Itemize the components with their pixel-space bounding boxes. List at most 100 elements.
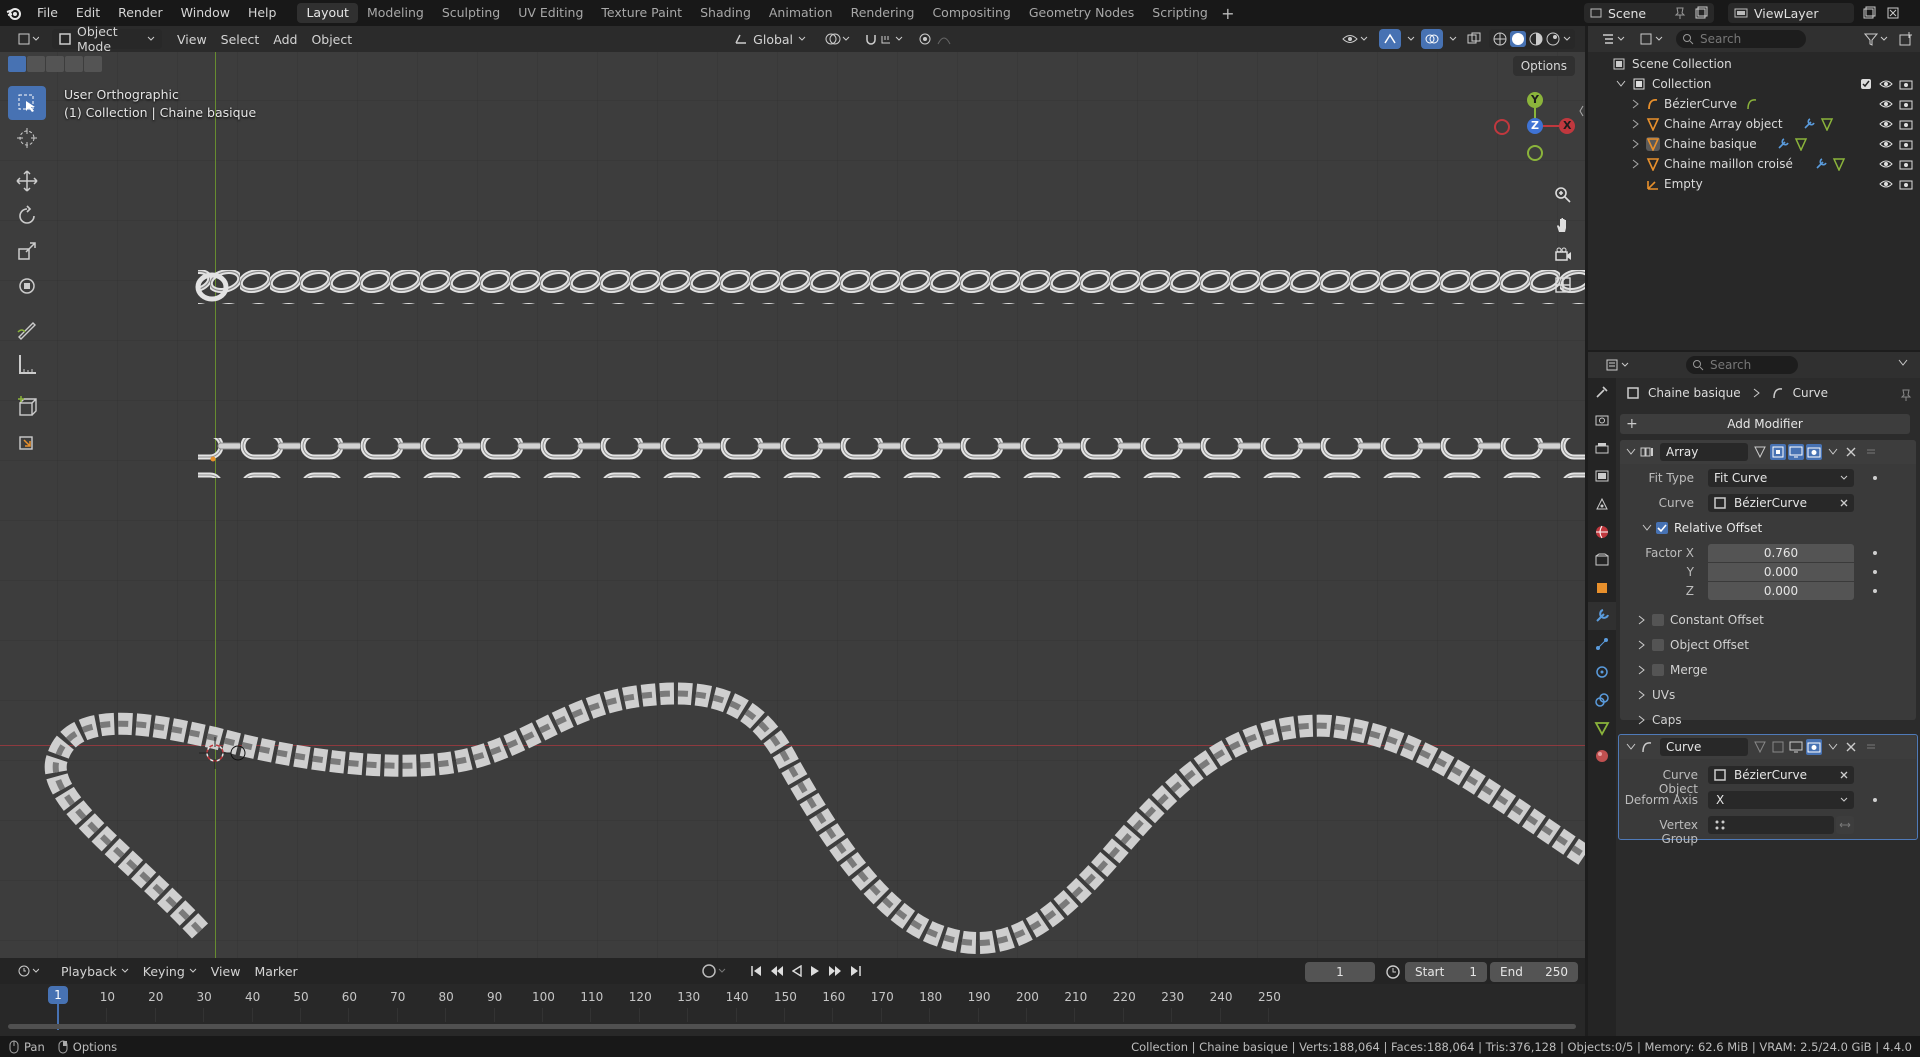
merge-checkbox[interactable]: [1652, 664, 1664, 676]
play-reverse-icon[interactable]: [788, 961, 806, 981]
auto-keying-icon[interactable]: [700, 962, 728, 980]
camera-icon[interactable]: [1899, 117, 1913, 131]
chevron-down-icon[interactable]: [1828, 448, 1838, 456]
copy-viewlayer-icon[interactable]: [1862, 6, 1876, 20]
tab-modeling[interactable]: Modeling: [358, 3, 433, 23]
render-tab-icon[interactable]: [1588, 406, 1616, 434]
editor-type-outliner-icon[interactable]: [1594, 29, 1632, 49]
keyframe-dot-icon[interactable]: [1873, 551, 1877, 555]
perspective-toggle-icon[interactable]: [1550, 272, 1576, 298]
chevron-down-icon[interactable]: [1626, 743, 1636, 751]
wireframe-shading-icon[interactable]: [1493, 32, 1507, 46]
clear-icon[interactable]: [1840, 499, 1848, 507]
on-cage-icon[interactable]: [1752, 739, 1768, 755]
constant-offset-subpanel[interactable]: Constant Offset: [1620, 610, 1916, 630]
editor-type-3d-icon[interactable]: [10, 29, 46, 49]
pin-icon[interactable]: [1674, 6, 1686, 20]
outliner-item-empty[interactable]: Empty: [1588, 174, 1920, 194]
outliner-collection[interactable]: Collection: [1588, 74, 1920, 94]
pivot-icon[interactable]: [817, 29, 857, 49]
camera-icon[interactable]: [1899, 157, 1913, 171]
chevron-down-icon[interactable]: [1405, 29, 1417, 49]
properties-editor[interactable]: Search Chaine basique Curve + Add Modifi…: [1588, 352, 1920, 1036]
editor-type-timeline-icon[interactable]: [10, 961, 46, 981]
annotate-tool-icon[interactable]: [8, 312, 46, 346]
curve-name-field[interactable]: Curve: [1660, 738, 1748, 756]
tab-shading[interactable]: Shading: [691, 3, 760, 23]
modifiers-tab-icon[interactable]: [1588, 602, 1616, 630]
sidebar-toggle-icon[interactable]: [1578, 96, 1585, 126]
chevron-down-icon[interactable]: [1828, 743, 1838, 751]
select-subtract-icon[interactable]: [46, 56, 64, 72]
world-tab-icon[interactable]: [1588, 518, 1616, 546]
properties-search[interactable]: Search: [1686, 356, 1798, 374]
xray-toggle-icon[interactable]: [1463, 29, 1485, 49]
relative-offset-checkbox[interactable]: [1656, 522, 1668, 534]
factor-x-field[interactable]: 0.760: [1708, 544, 1854, 562]
snap-icon[interactable]: [857, 29, 911, 49]
transform-cube-tool-icon[interactable]: [8, 425, 46, 459]
chevron-right-icon[interactable]: [1632, 119, 1640, 129]
viewport-toggle-icon[interactable]: [1788, 444, 1804, 460]
tab-rendering[interactable]: Rendering: [842, 3, 924, 23]
scene-tab-icon[interactable]: [1588, 490, 1616, 518]
orientation-selector[interactable]: Global: [727, 29, 813, 49]
editmode-toggle-icon[interactable]: [1770, 739, 1786, 755]
3d-viewport[interactable]: Object Mode View Select Add Object Globa…: [0, 26, 1585, 958]
rotate-tool-icon[interactable]: [8, 199, 46, 233]
playhead-marker[interactable]: 1: [48, 986, 68, 1004]
curve-object-selector[interactable]: BézierCurve: [1708, 766, 1854, 784]
menu-file[interactable]: File: [28, 0, 67, 26]
on-cage-icon[interactable]: [1752, 444, 1768, 460]
camera-icon[interactable]: [1899, 137, 1913, 151]
physics-tab-icon[interactable]: [1588, 658, 1616, 686]
play-icon[interactable]: [806, 961, 824, 981]
material-shading-icon[interactable]: [1529, 32, 1543, 46]
collection-tab-icon[interactable]: [1588, 546, 1616, 574]
constant-offset-checkbox[interactable]: [1652, 614, 1664, 626]
remove-viewlayer-icon[interactable]: [1886, 6, 1900, 20]
camera-icon[interactable]: [1899, 97, 1913, 111]
blender-logo-icon[interactable]: [0, 0, 28, 26]
eye-icon[interactable]: [1879, 97, 1893, 111]
invert-vertex-group-icon[interactable]: [1836, 816, 1854, 834]
menu-marker[interactable]: Marker: [247, 961, 304, 981]
add-workspace-icon[interactable]: +: [1217, 4, 1239, 23]
chevron-down-icon[interactable]: [1898, 359, 1908, 367]
relative-offset-header[interactable]: Relative Offset: [1620, 518, 1916, 538]
tab-layout[interactable]: Layout: [297, 3, 358, 23]
tab-compositing[interactable]: Compositing: [923, 3, 1019, 23]
eye-icon[interactable]: [1879, 117, 1893, 131]
close-icon[interactable]: [1846, 447, 1856, 457]
camera-icon[interactable]: [1899, 77, 1913, 91]
object-tab-icon[interactable]: [1588, 574, 1616, 602]
scene-selector[interactable]: Scene: [1584, 3, 1714, 23]
object-offset-checkbox[interactable]: [1652, 639, 1664, 651]
select-invert-icon[interactable]: [65, 56, 83, 72]
overlays-toggle-icon[interactable]: [1421, 29, 1443, 49]
chevron-down-icon[interactable]: [1447, 29, 1459, 49]
drag-handle-icon[interactable]: [1866, 447, 1876, 457]
viewlayer-selector[interactable]: ViewLayer: [1728, 3, 1854, 23]
chevron-right-icon[interactable]: [1632, 159, 1640, 169]
chevron-down-icon[interactable]: [1616, 80, 1626, 88]
menu-timeline-view[interactable]: View: [204, 961, 248, 981]
outliner-item-chaine-maillon-croise[interactable]: Chaine maillon croisé: [1588, 154, 1920, 174]
outliner-item-beziercurve[interactable]: BézierCurve: [1588, 94, 1920, 114]
select-new-icon[interactable]: [8, 56, 26, 72]
vertex-group-field[interactable]: [1708, 816, 1834, 834]
output-tab-icon[interactable]: [1588, 434, 1616, 462]
view-layer-tab-icon[interactable]: [1588, 462, 1616, 490]
scale-tool-icon[interactable]: [8, 234, 46, 268]
jump-end-icon[interactable]: [846, 961, 866, 981]
render-toggle-icon[interactable]: [1806, 444, 1822, 460]
keyframe-dot-icon[interactable]: [1873, 798, 1877, 802]
add-cube-tool-icon[interactable]: [8, 390, 46, 424]
factor-y-field[interactable]: 0.000: [1708, 563, 1854, 581]
drag-handle-icon[interactable]: [1866, 742, 1876, 752]
outliner-item-chaine-basique[interactable]: Chaine basique: [1588, 134, 1920, 154]
tab-uv-editing[interactable]: UV Editing: [509, 3, 592, 23]
camera-icon[interactable]: [1899, 177, 1913, 191]
move-tool-icon[interactable]: [8, 164, 46, 198]
pin-icon[interactable]: [1900, 388, 1912, 402]
